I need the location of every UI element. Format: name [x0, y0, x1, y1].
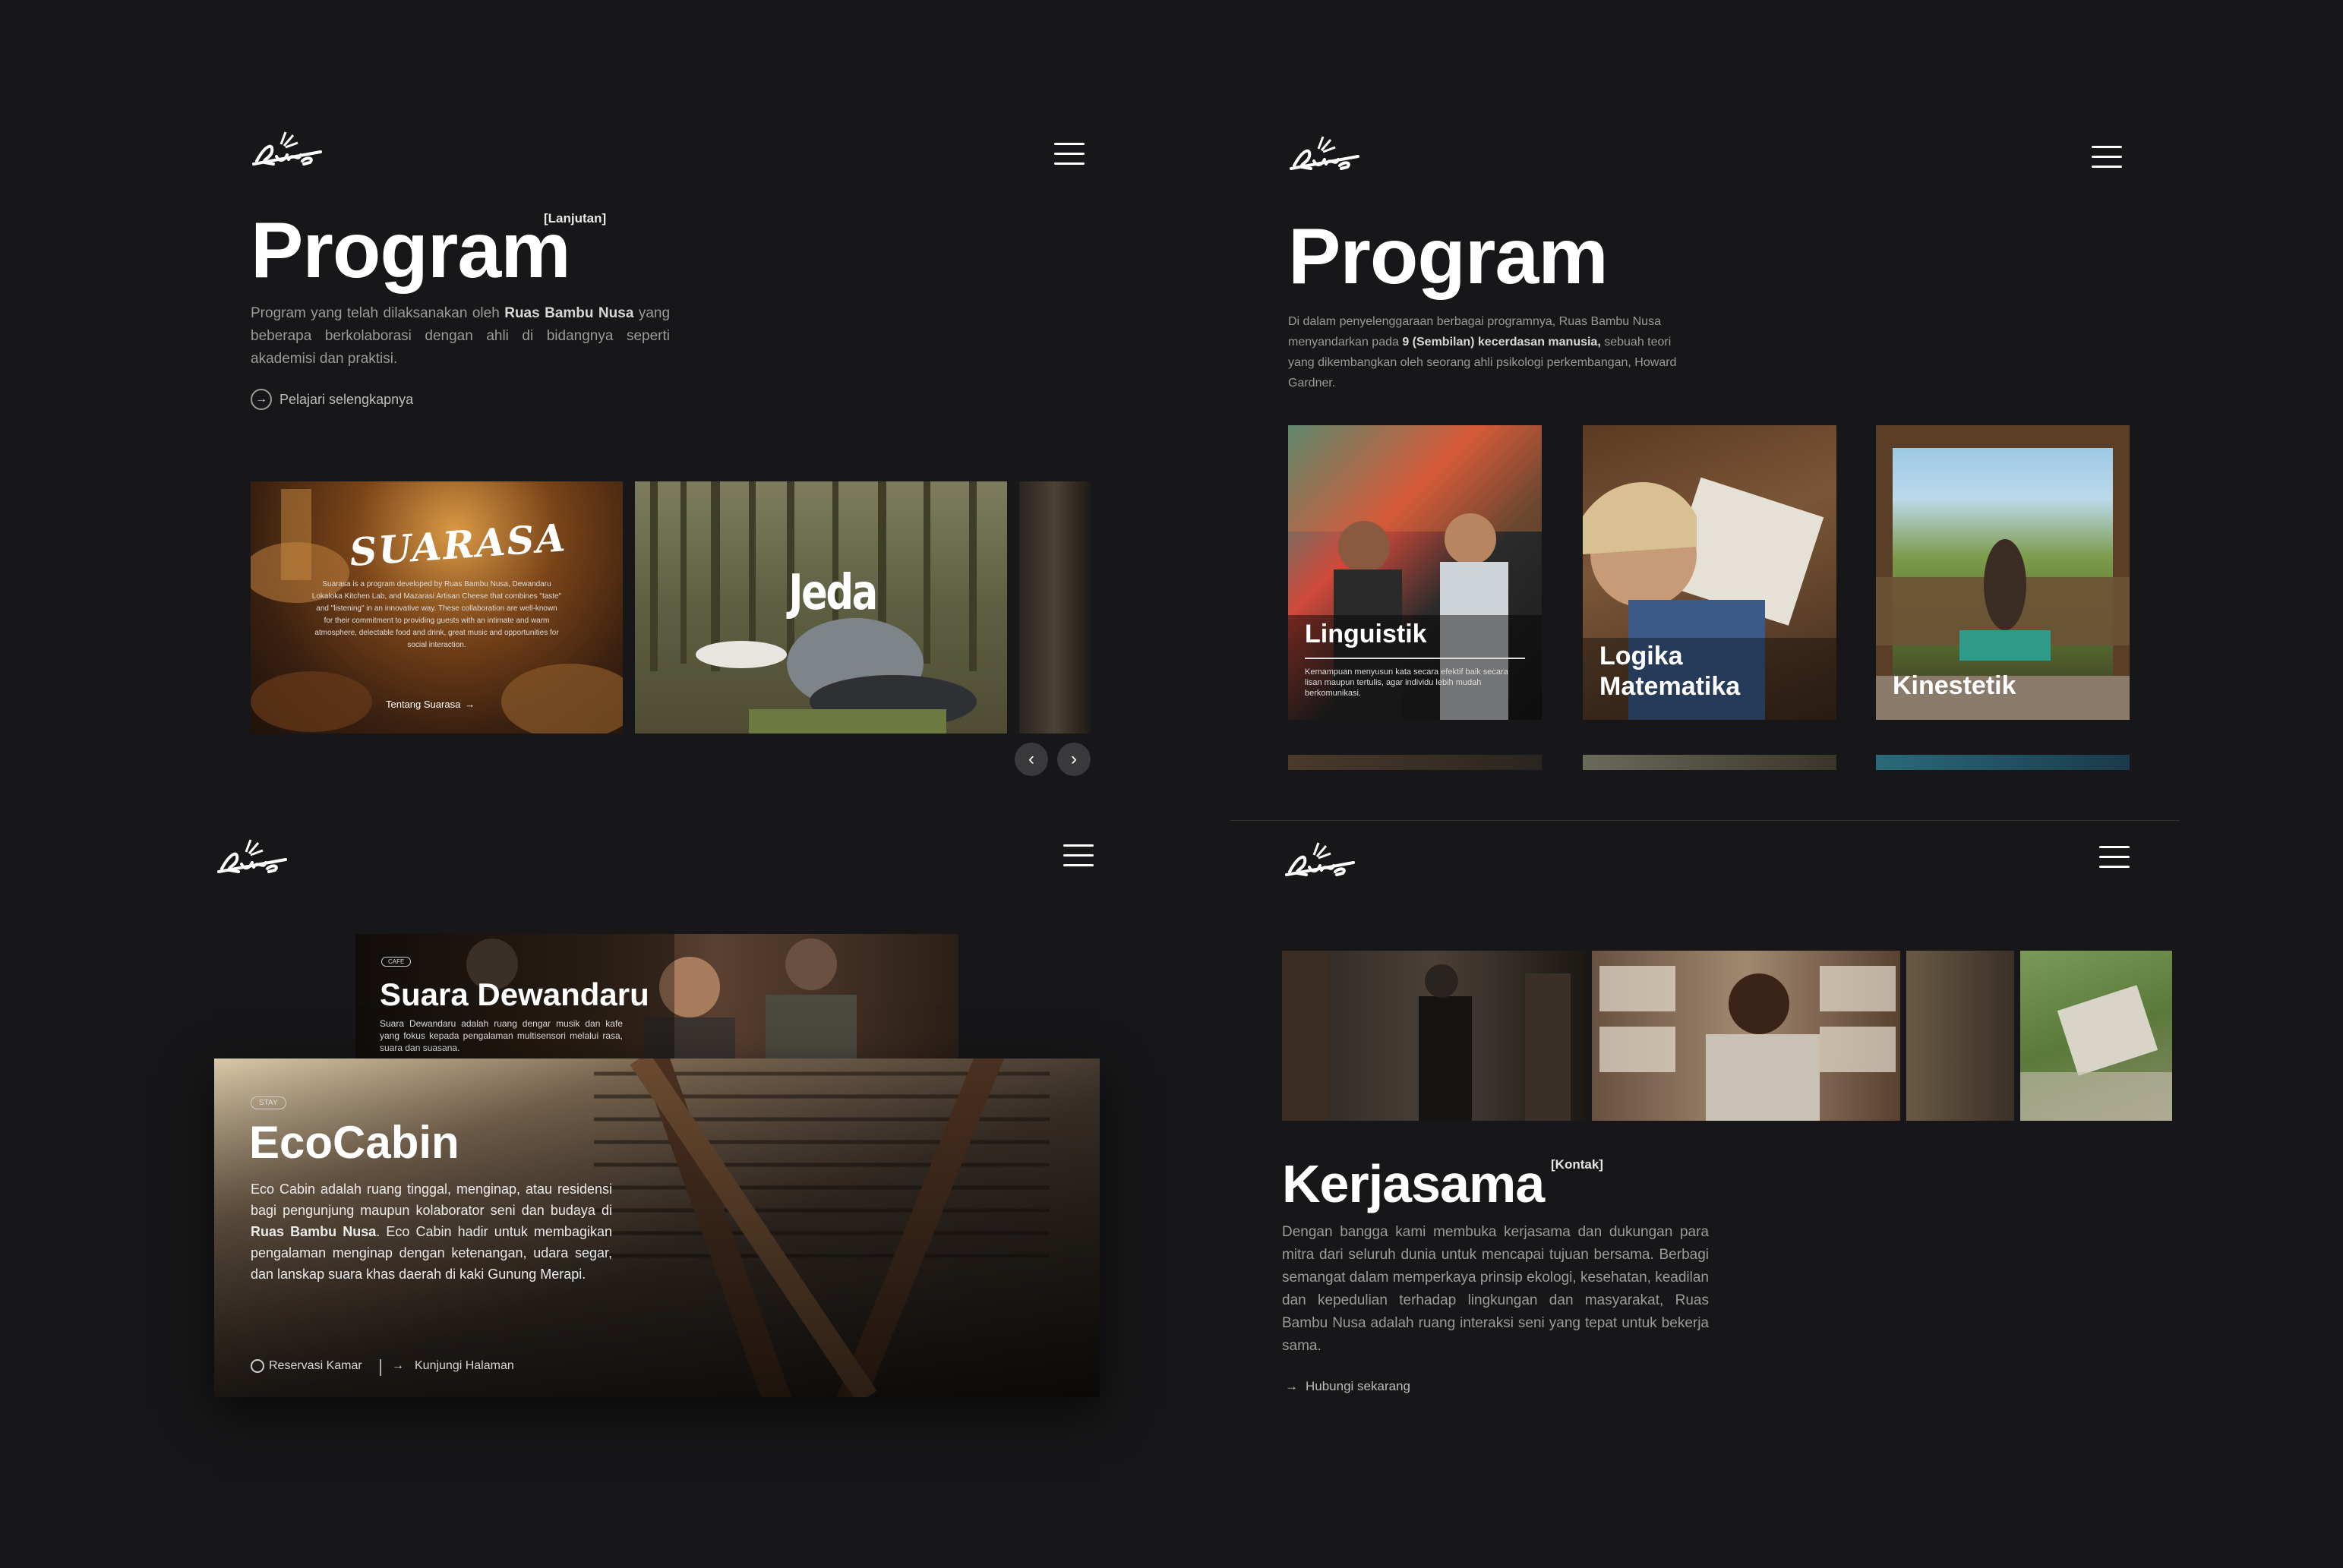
arrow-right-icon: →	[392, 1359, 404, 1372]
arrow-right-icon: →	[251, 389, 272, 410]
partnership-photo-1	[1282, 951, 1586, 1121]
suarasa-card[interactable]: SUARASA Suarasa is a program developed b…	[251, 481, 623, 734]
partnership-photo-2	[1592, 951, 1900, 1121]
divider	[1305, 658, 1525, 659]
next-card-peek[interactable]	[1019, 481, 1091, 734]
studio-photo	[1282, 951, 1571, 1121]
jeda-title: Jeda	[788, 565, 878, 621]
suara-dewandaru-title: Suara Dewandaru	[380, 976, 649, 1012]
page-title: Program	[251, 207, 571, 295]
partnership-photo-3	[1906, 951, 2014, 1121]
card-title: Kinestetik	[1893, 671, 2016, 700]
suara-dewandaru-text: Suara Dewandaru adalah ruang dengar musi…	[380, 1018, 623, 1053]
hamburger-menu-icon[interactable]	[2099, 844, 2130, 870]
suara-dewandaru-card[interactable]: CAFE Suara Dewandaru Suara Dewandaru ada…	[355, 934, 958, 1071]
panel-program-intelligence: Program Di dalam penyelenggaraan berbaga…	[1170, 0, 2343, 797]
about-suarasa-link[interactable]: Tentang Suarasa →	[386, 699, 475, 710]
card-title: Logika Matematika	[1599, 642, 1741, 701]
program-description: Program yang telah dilaksanakan oleh Rua…	[251, 305, 671, 367]
program-description: Di dalam penyelenggaraan berbagai progra…	[1288, 315, 1677, 390]
page-title: Program	[1288, 213, 1609, 301]
ruas-logo[interactable]	[251, 129, 324, 172]
page-title: Kerjasama	[1282, 1154, 1545, 1213]
contact-now-link[interactable]: → Hubungi sekarang	[1285, 1379, 1410, 1394]
learn-more-link[interactable]: → Pelajari selengkapnya	[251, 389, 413, 410]
hamburger-menu-icon[interactable]	[1063, 843, 1094, 869]
section-tag: [Lanjutan]	[544, 211, 607, 226]
arrow-right-icon: →	[465, 699, 475, 710]
ecocabin-title: EcoCabin	[249, 1117, 459, 1168]
whatsapp-icon	[251, 1359, 264, 1373]
partnership-photo-4	[2020, 951, 2172, 1121]
card-row-peek	[1583, 755, 1836, 770]
hamburger-menu-icon[interactable]	[2092, 144, 2122, 170]
jeda-card[interactable]: Jeda	[635, 481, 1007, 734]
intelligence-card-linguistik[interactable]: Linguistik Kemampuan menyusun kata secar…	[1288, 425, 1542, 720]
ruas-logo[interactable]	[1284, 840, 1356, 882]
card-description: Kemampuan menyusun kata secara efektif b…	[1305, 667, 1508, 698]
carousel-next-button[interactable]: ›	[1057, 743, 1091, 776]
hamburger-menu-icon[interactable]	[1054, 141, 1085, 167]
record-shelf-photo	[1599, 966, 1896, 1121]
panel-kerjasama: Kerjasama [Kontak] Dengan bangga kami me…	[1170, 797, 2343, 1568]
card-row-peek	[1288, 755, 1542, 770]
card-row-peek	[1876, 755, 2130, 770]
card-title: Linguistik	[1305, 620, 1427, 648]
section-tag: [Kontak]	[1551, 1157, 1603, 1172]
ruas-logo[interactable]	[216, 837, 289, 879]
panel-venues: CAFE Suara Dewandaru Suara Dewandaru ada…	[0, 797, 1170, 1568]
carousel-prev-button[interactable]: ‹	[1015, 743, 1048, 776]
arrow-right-icon: →	[1285, 1379, 1298, 1393]
ruas-logo[interactable]	[1288, 134, 1361, 176]
panel-program-lanjutan: Program [Lanjutan] Program yang telah di…	[0, 0, 1170, 797]
divider	[1230, 820, 2180, 821]
ecocabin-description: Eco Cabin adalah ruang tinggal, menginap…	[251, 1182, 612, 1282]
stay-badge: STAY	[251, 1096, 286, 1109]
visit-page-link[interactable]: → Kunjungi Halaman	[392, 1359, 514, 1373]
ecocabin-card[interactable]: STAY EcoCabin Eco Cabin adalah ruang tin…	[214, 1058, 1100, 1397]
kerjasama-description: Dengan bangga kami membuka kerjasama dan…	[1282, 1224, 1709, 1354]
cafe-badge: CAFE	[381, 957, 412, 967]
intelligence-card-logika-matematika[interactable]: Logika Matematika	[1583, 425, 1836, 720]
book-reading-photo	[2020, 985, 2172, 1121]
link-separator	[380, 1359, 381, 1376]
reservation-link[interactable]: Reservasi Kamar	[251, 1359, 362, 1373]
suarasa-text: Suarasa is a program developed by Ruas B…	[311, 580, 562, 649]
intelligence-card-kinestetik[interactable]: Kinestetik	[1876, 425, 2130, 720]
